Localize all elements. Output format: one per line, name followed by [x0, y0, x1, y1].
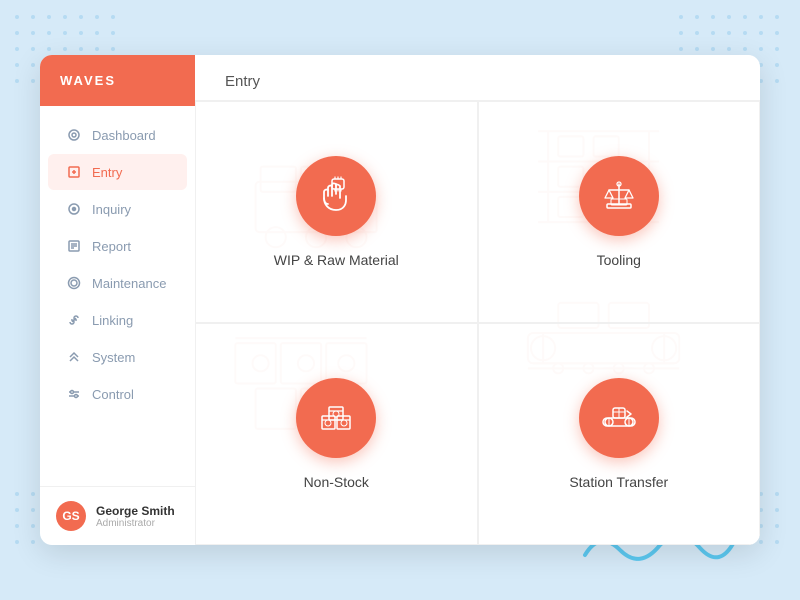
- sidebar: WAVES Dashboard Entry Inquiry: [40, 55, 195, 545]
- sidebar-item-system[interactable]: System: [48, 339, 187, 375]
- wip-icon: [316, 176, 356, 216]
- app-name: WAVES: [60, 73, 116, 88]
- card-wip-raw-material[interactable]: WIP & Raw Material: [195, 101, 478, 323]
- sidebar-item-linking[interactable]: Linking: [48, 302, 187, 338]
- card-label-station-transfer: Station Transfer: [569, 474, 668, 490]
- non-stock-icon-circle: [296, 378, 376, 458]
- tooling-icon: [599, 176, 639, 216]
- user-profile[interactable]: GS George Smith Administrator: [40, 486, 195, 545]
- card-station-transfer[interactable]: Station Transfer: [478, 323, 761, 545]
- app-logo: WAVES: [40, 55, 195, 106]
- system-icon: [66, 349, 82, 365]
- user-info: George Smith Administrator: [96, 504, 175, 529]
- sidebar-item-label: System: [92, 350, 135, 365]
- dashboard-icon: [66, 127, 82, 143]
- sidebar-item-label: Linking: [92, 313, 133, 328]
- card-label-tooling: Tooling: [597, 252, 641, 268]
- app-container: WAVES Dashboard Entry Inquiry: [40, 55, 760, 545]
- user-name: George Smith: [96, 504, 175, 518]
- page-title: Entry: [195, 55, 760, 101]
- report-icon: [66, 238, 82, 254]
- non-stock-icon: [316, 398, 356, 438]
- sidebar-item-control[interactable]: Control: [48, 376, 187, 412]
- card-tooling[interactable]: Tooling: [478, 101, 761, 323]
- sidebar-item-maintenance[interactable]: Maintenance: [48, 265, 187, 301]
- sidebar-item-label: Report: [92, 239, 131, 254]
- avatar-initials: GS: [62, 509, 79, 523]
- card-label-non-stock: Non-Stock: [304, 474, 369, 490]
- sidebar-item-label: Entry: [92, 165, 122, 180]
- cards-grid: WIP & Raw Material: [195, 101, 760, 545]
- sidebar-item-label: Dashboard: [92, 128, 156, 143]
- sidebar-item-label: Maintenance: [92, 276, 166, 291]
- tooling-icon-circle: [579, 156, 659, 236]
- control-icon: [66, 386, 82, 402]
- card-non-stock[interactable]: Non-Stock: [195, 323, 478, 545]
- inquiry-icon: [66, 201, 82, 217]
- sidebar-item-report[interactable]: Report: [48, 228, 187, 264]
- sidebar-item-dashboard[interactable]: Dashboard: [48, 117, 187, 153]
- entry-icon: [66, 164, 82, 180]
- wip-icon-circle: [296, 156, 376, 236]
- sidebar-item-inquiry[interactable]: Inquiry: [48, 191, 187, 227]
- header-label: Entry: [225, 73, 260, 90]
- user-role: Administrator: [96, 518, 175, 529]
- linking-icon: [66, 312, 82, 328]
- sidebar-nav: Dashboard Entry Inquiry Report: [40, 106, 195, 486]
- avatar: GS: [56, 501, 86, 531]
- station-transfer-icon: [599, 398, 639, 438]
- main-content: Entry: [195, 55, 760, 545]
- sidebar-item-label: Inquiry: [92, 202, 131, 217]
- sidebar-item-entry[interactable]: Entry: [48, 154, 187, 190]
- sidebar-item-label: Control: [92, 387, 134, 402]
- station-transfer-icon-circle: [579, 378, 659, 458]
- maintenance-icon: [66, 275, 82, 291]
- card-label-wip: WIP & Raw Material: [274, 252, 399, 268]
